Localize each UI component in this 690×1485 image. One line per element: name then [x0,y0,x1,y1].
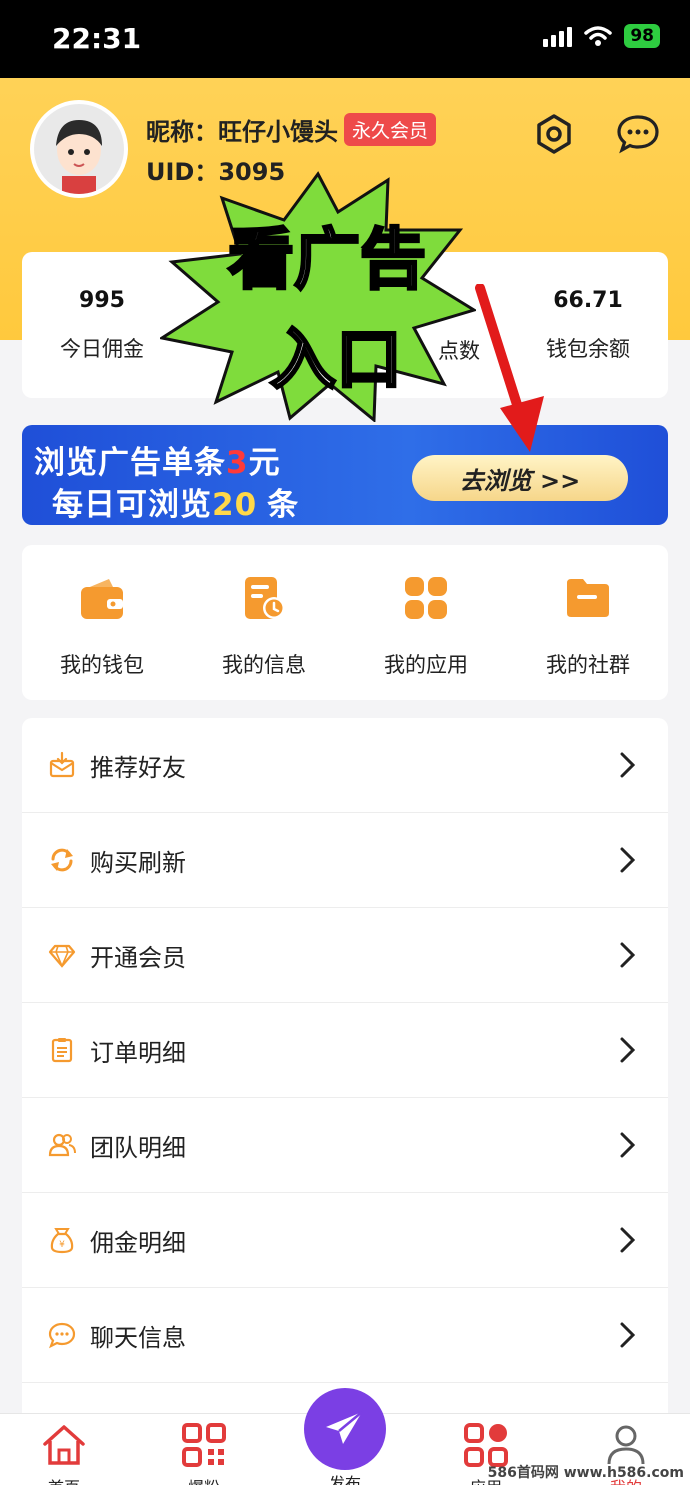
chat-icon [48,1322,76,1349]
settings-icon[interactable] [532,112,576,156]
status-bar: 22:31 98 [0,0,690,78]
chevron-right-icon [620,1322,636,1348]
menu-item-commission[interactable]: ¥ 佣金明细 [22,1193,668,1288]
menu-item-chat[interactable]: 聊天信息 [22,1288,668,1383]
status-time: 22:31 [52,22,142,55]
banner-text: 每日可浏览 [52,487,212,523]
avatar[interactable] [30,100,128,198]
menu-item-invite[interactable]: 推荐好友 [22,718,668,813]
menu-item-vip[interactable]: 开通会员 [22,908,668,1003]
order-icon [51,1038,73,1063]
watermark: 586首码网 www.h586.com [487,1465,684,1481]
battery-indicator: 98 [624,24,660,48]
wifi-icon [584,26,613,46]
apps-icon [405,577,447,619]
grid-label: 我的应用 [384,653,468,677]
banner-highlight-num: 3 [226,445,249,481]
menu-label: 佣金明细 [90,1228,186,1257]
avatar-cartoon-icon [34,104,124,194]
banner-text: 浏览广告单条 [34,445,226,481]
menu-item-refresh[interactable]: 购买刷新 [22,813,668,908]
nickname-line: 昵称： 旺仔小馒头 永久会员 [146,112,437,147]
status-icons: 98 [543,24,660,48]
menu-item-orders[interactable]: 订单明细 [22,1003,668,1098]
chevron-right-icon [620,1227,636,1253]
banner-text: 元 [248,445,281,481]
stat-value: 995 [79,288,125,313]
menu-item-team[interactable]: 团队明细 [22,1098,668,1193]
nickname: 旺仔小馒头 [218,118,338,146]
menu-list: 推荐好友 购买刷新 开通会员 订单明细 团队明细 ¥ 佣金明细 聊天信息 [22,718,668,1418]
menu-label: 购买刷新 [90,848,186,877]
menu-label: 开通会员 [90,943,186,972]
tab-label: 爆粉 [154,1474,254,1485]
menu-label: 推荐好友 [90,753,186,782]
grid-label: 我的社群 [546,653,630,677]
annotation-line-1: 看广告 [227,220,428,300]
banner-text: 条 [267,487,300,523]
grid-item-community[interactable]: 我的社群 [508,573,668,679]
commission-icon: ¥ [50,1228,74,1254]
nickname-label: 昵称： [146,118,218,146]
quick-grid: 我的钱包 我的信息 我的应用 我的社群 [22,545,668,700]
publish-button[interactable] [304,1388,386,1470]
grid-item-info[interactable]: 我的信息 [184,573,344,679]
home-icon [43,1425,85,1465]
qrcode-icon [182,1423,226,1467]
annotation-line-2: 入口 [269,320,404,400]
menu-label: 订单明细 [90,1038,186,1067]
menu-label: 聊天信息 [90,1323,186,1352]
stat-label: 今日佣金 [60,337,144,361]
grid-label: 我的信息 [222,653,306,677]
banner-highlight-num: 20 [212,487,258,523]
ad-banner[interactable]: 浏览广告单条3元 每日可浏览20 条 去浏览 >> [22,425,668,525]
message-icon[interactable] [616,112,660,156]
grid-label: 我的钱包 [60,653,144,677]
tab-label: 发布 [328,1474,361,1485]
refresh-icon [51,848,73,872]
menu-label: 团队明细 [90,1133,186,1162]
tab-fans[interactable]: 爆粉 [154,1422,254,1485]
chevron-right-icon [620,1132,636,1158]
chevron-right-icon [620,847,636,873]
diamond-icon [48,944,76,969]
folder-icon [567,579,609,617]
browse-ads-button[interactable]: 去浏览 >> [412,455,628,501]
info-doc-icon [245,577,285,619]
svg-text:¥: ¥ [59,1240,65,1250]
chevron-right-icon [620,752,636,778]
send-icon [326,1411,363,1444]
tab-label: 首页 [14,1474,114,1485]
tab-home[interactable]: 首页 [14,1422,114,1485]
grid-item-wallet[interactable]: 我的钱包 [22,573,182,679]
red-arrow-icon [475,284,544,452]
banner-line-1: 浏览广告单条3元 [34,437,281,482]
chevron-right-icon [620,942,636,968]
chevron-right-icon [620,1037,636,1063]
team-icon [48,1133,76,1157]
grid-item-apps[interactable]: 我的应用 [346,573,506,679]
invite-icon [49,751,75,778]
cellular-signal-icon [543,25,573,47]
stat-today-commission[interactable]: 995 今日佣金 [22,288,182,363]
wallet-icon [81,579,123,619]
vip-badge: 永久会员 [344,113,437,146]
banner-line-2: 每日可浏览20 条 [52,479,299,524]
